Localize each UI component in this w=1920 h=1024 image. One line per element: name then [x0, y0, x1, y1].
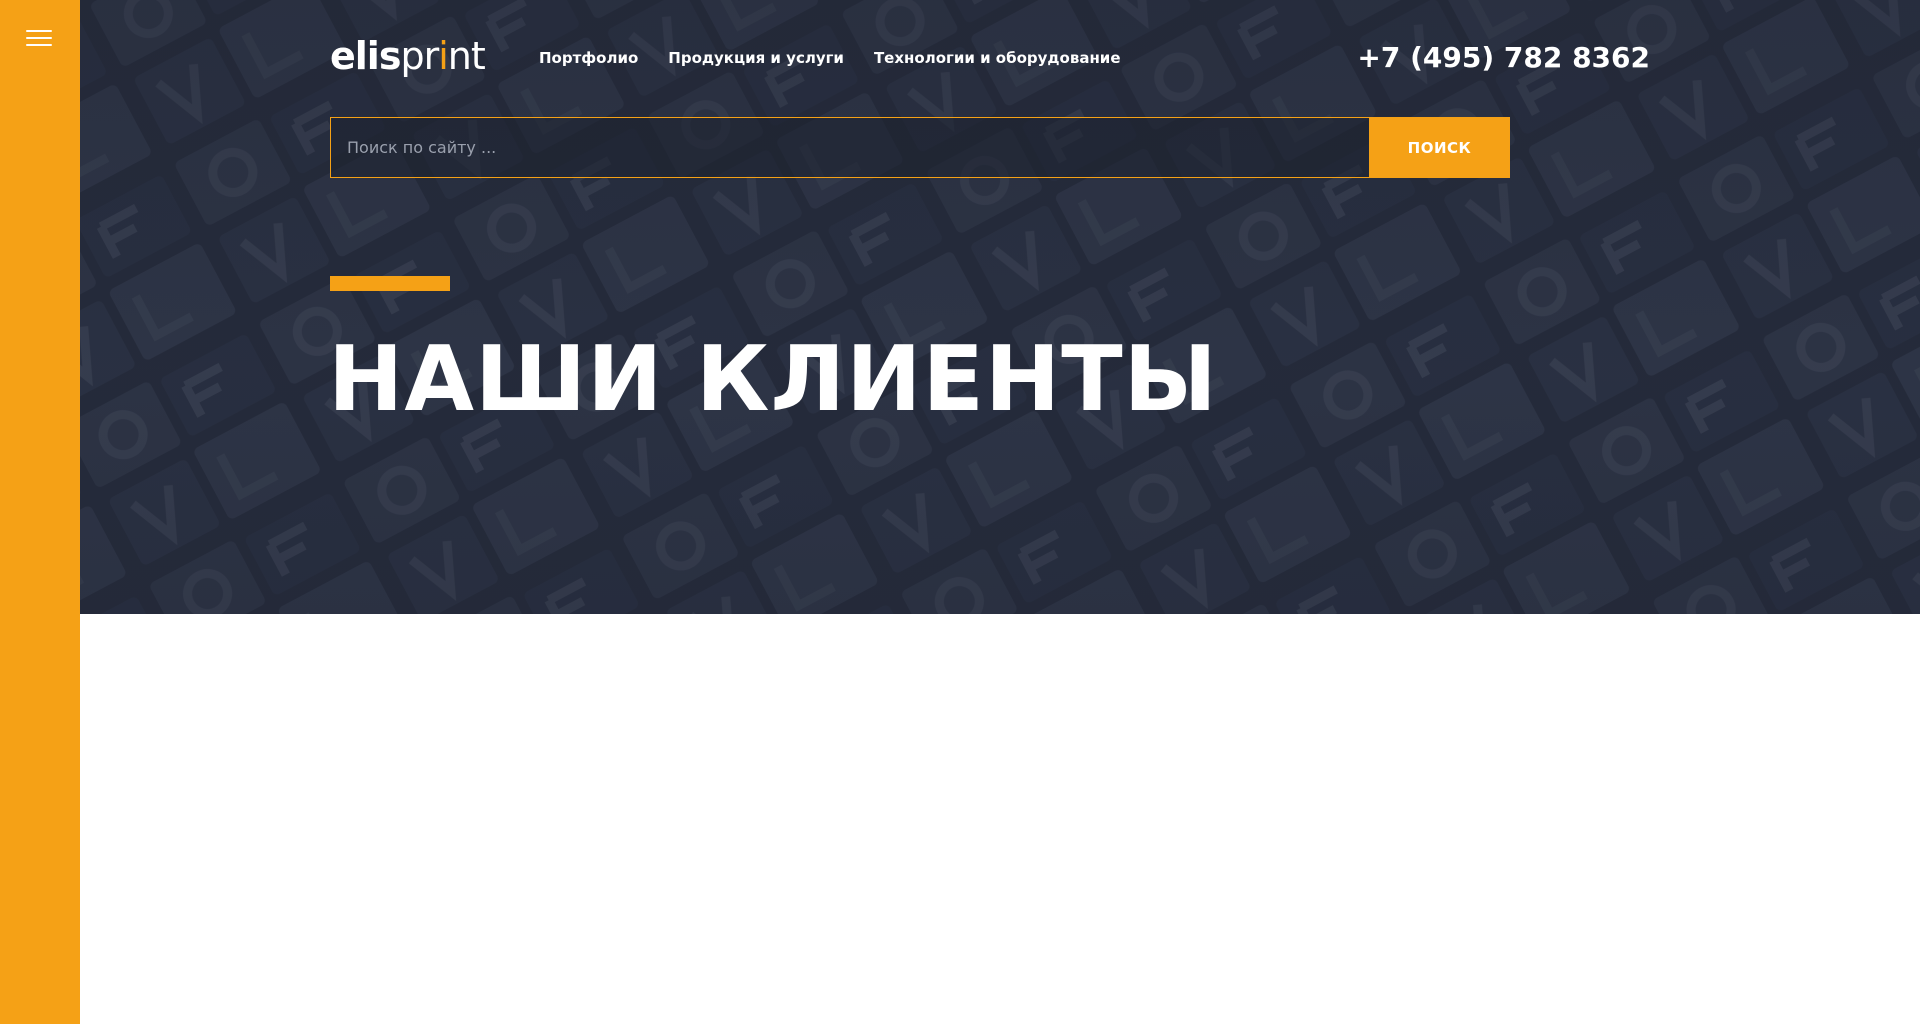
phone-number[interactable]: +7 (495) 782 8362 [1357, 40, 1650, 76]
search-form: ПОИСК [330, 117, 1510, 178]
nav-item-products-services[interactable]: Продукция и услуги [668, 48, 844, 68]
hamburger-menu-icon[interactable] [26, 28, 52, 48]
page-title: НАШИ КЛИЕНТЫ [328, 327, 1218, 432]
main-nav: Портфолио Продукция и услуги Технологии … [539, 48, 1151, 68]
nav-item-technologies-equipment[interactable]: Технологии и оборудование [874, 48, 1121, 68]
hero-overlay [80, 0, 1920, 614]
logo-text-bold: elis [330, 34, 401, 78]
menu-line [26, 44, 52, 46]
search-input[interactable] [330, 117, 1369, 178]
logo-text-accent: i [438, 34, 449, 78]
hero-section [80, 0, 1920, 614]
logo-text-light: pr [400, 34, 439, 78]
search-button[interactable]: ПОИСК [1369, 117, 1510, 178]
nav-item-portfolio[interactable]: Портфолио [539, 48, 638, 68]
sidebar [0, 0, 80, 1024]
main-content [80, 614, 1920, 1024]
logo[interactable]: elisprint [330, 34, 486, 78]
title-accent-bar [330, 276, 450, 291]
logo-text-light-end: nt [447, 34, 486, 78]
menu-line [26, 37, 52, 39]
menu-line [26, 30, 52, 32]
